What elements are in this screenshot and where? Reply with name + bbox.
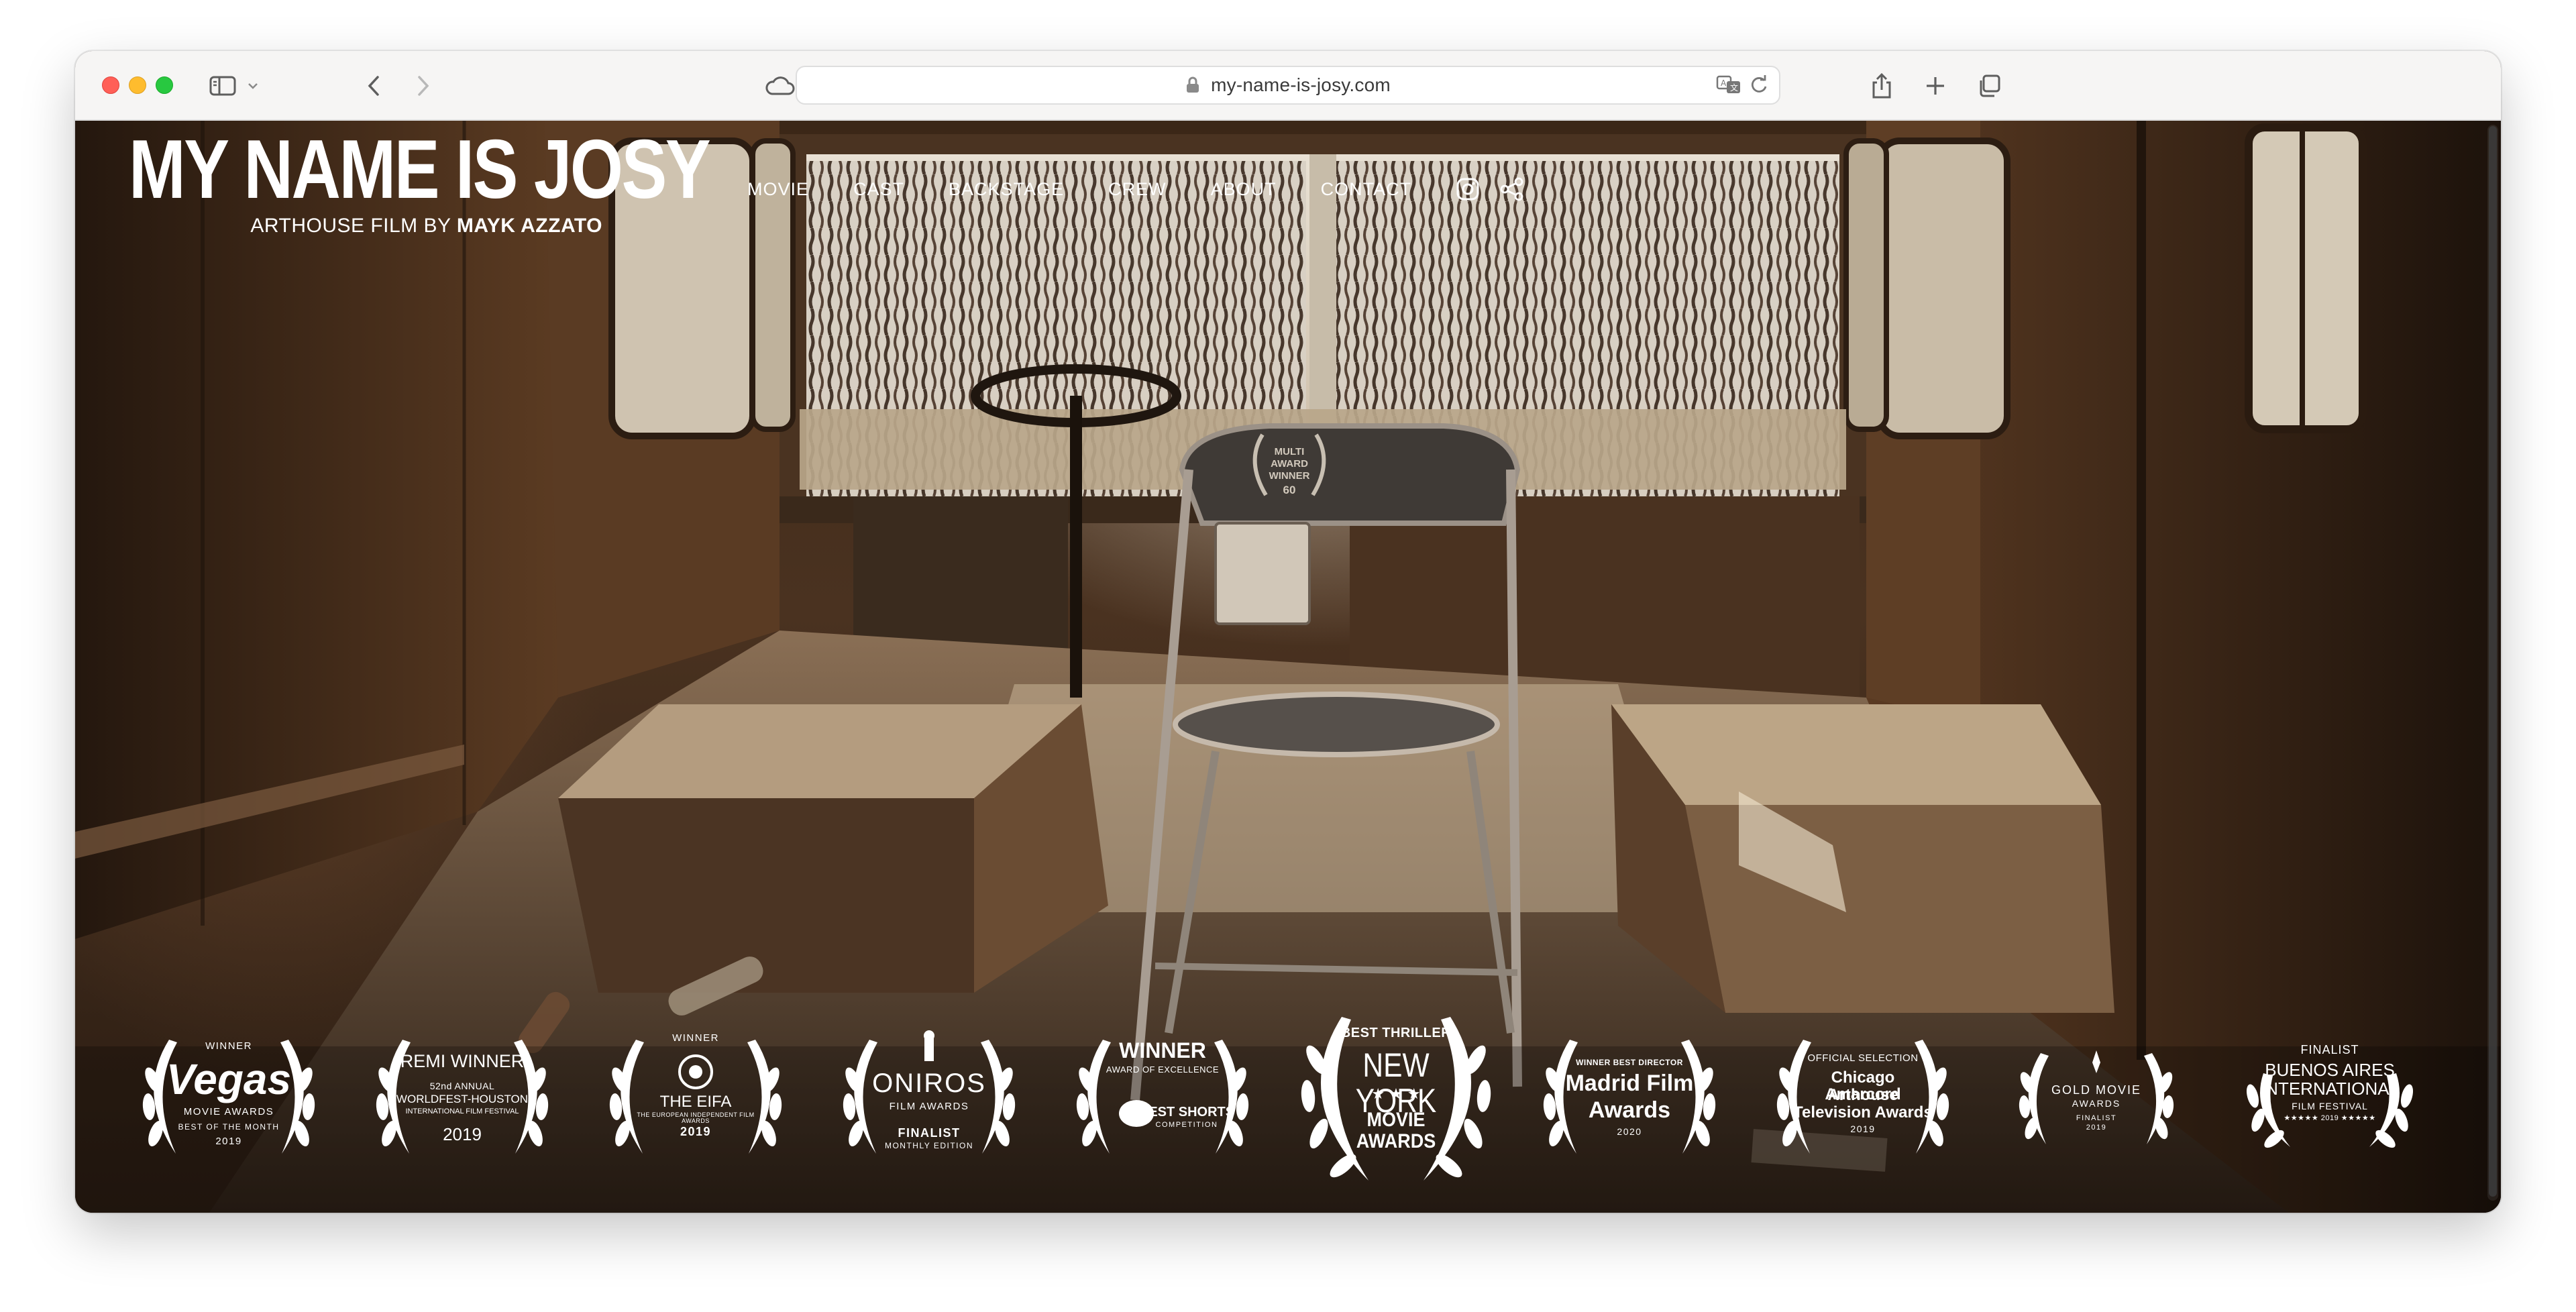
nav-about[interactable]: ABOUT <box>1211 179 1277 200</box>
award-chicago-line2: Arthouse <box>1827 1086 1898 1104</box>
award-oniros[interactable]: ONIROS FILM AWARDS FINALIST MONTHLY EDIT… <box>822 1013 1036 1187</box>
chair-badge-line4: 60 <box>1283 484 1296 496</box>
award-madrid[interactable]: WINNER BEST DIRECTOR Madrid Film Awards … <box>1523 1013 1736 1187</box>
main-nav: MOVIE CAST BACKSTAGE CREW ABOUT CONTACT <box>672 174 1544 204</box>
awards-row: WINNER Vegas MOVIE AWARDS BEST OF THE MO… <box>122 1013 2457 1187</box>
award-buenos-aires-main: BUENOS AIRES <box>2265 1060 2395 1080</box>
award-remi[interactable]: REMI WINNER 52nd ANNUAL WORLDFEST-HOUSTO… <box>356 1013 569 1187</box>
url-text: my-name-is-josy.com <box>1211 74 1391 95</box>
tab-overview-icon[interactable] <box>1971 68 2007 103</box>
site-logo[interactable]: MY NAME IS JOSY ARTHOUSE FILM BY MAYK AZ… <box>129 123 711 237</box>
award-remi-line4: INTERNATIONAL FILM FESTIVAL <box>405 1107 519 1115</box>
share-icon[interactable] <box>1499 177 1525 201</box>
award-vegas-top: WINNER <box>205 1040 252 1052</box>
award-gold-movie[interactable]: GOLD MOVIE AWARDS FINALIST 2019 <box>1990 1013 2203 1187</box>
reload-icon[interactable] <box>1750 74 1768 98</box>
award-new-york[interactable]: ★ ★ ★ BEST THRILLER NEW YORK MOVIE AWARD… <box>1289 1013 1503 1187</box>
award-buenos-aires-line4: ★★★★★ 2019 ★★★★★ <box>2284 1114 2376 1122</box>
nav-backstage[interactable]: BACKSTAGE <box>949 179 1064 200</box>
award-madrid-line3: 2020 <box>1617 1126 1642 1137</box>
award-best-shorts-top: WINNER <box>1119 1038 1206 1062</box>
nav-movie[interactable]: MOVIE <box>747 179 809 200</box>
chair-award-badge: MULTI AWARD WINNER 60 <box>1252 433 1326 496</box>
browser-toolbar: my-name-is-josy.com A文 <box>75 51 2501 121</box>
award-madrid-top: WINNER BEST DIRECTOR <box>1576 1058 1683 1067</box>
award-gold-movie-main: GOLD MOVIE <box>2051 1083 2142 1097</box>
subtitle-director: MAYK AZZATO <box>456 215 602 237</box>
new-tab-icon[interactable] <box>1917 68 1953 103</box>
svg-text:A: A <box>1721 78 1727 88</box>
award-best-shorts-main: BEST SHORTS <box>1138 1105 1235 1119</box>
subtitle-prefix: ARTHOUSE FILM BY <box>250 215 457 237</box>
address-bar[interactable]: my-name-is-josy.com A文 <box>796 66 1780 105</box>
award-vegas-line4: 2019 <box>215 1136 242 1147</box>
award-eifa-main: THE EIFA <box>659 1093 732 1111</box>
award-buenos-aires-line2: INTERNATIONAL <box>2260 1079 2400 1099</box>
chair-badge-line1: MULTI <box>1275 446 1305 457</box>
instagram-icon[interactable] <box>1456 177 1480 201</box>
nav-contact[interactable]: CONTACT <box>1321 179 1412 200</box>
award-new-york-line2: MOVIE AWARDS <box>1356 1109 1436 1152</box>
laurel-icon <box>843 1030 1016 1154</box>
award-chicago[interactable]: OFFICIAL SELECTION Chicago Amarcord Arth… <box>1756 1013 1970 1187</box>
award-vegas[interactable]: WINNER Vegas MOVIE AWARDS BEST OF THE MO… <box>122 1013 335 1187</box>
award-vegas-main: Vegas <box>166 1055 292 1103</box>
award-chicago-line3: Television Awards <box>1793 1103 1933 1122</box>
share-page-icon[interactable] <box>1864 68 1900 103</box>
chair-badge-line2: AWARD <box>1271 458 1308 470</box>
award-gold-movie-line2: AWARDS <box>2072 1098 2121 1109</box>
award-remi-line2: 52nd ANNUAL <box>429 1081 495 1091</box>
nav-crew[interactable]: CREW <box>1108 179 1167 200</box>
award-buenos-aires-top: FINALIST <box>2300 1043 2359 1056</box>
chevron-down-icon[interactable] <box>243 68 263 103</box>
award-buenos-aires-line3: FILM FESTIVAL <box>2292 1101 2368 1111</box>
laurel-icon <box>2246 1073 2414 1148</box>
svg-text:文: 文 <box>1730 83 1738 93</box>
award-best-shorts[interactable]: WINNER AWARD OF EXCELLENCE BEST SHORTS C… <box>1056 1013 1269 1187</box>
lock-icon <box>1185 76 1203 94</box>
scrollbar-thumb[interactable] <box>2489 126 2497 1197</box>
award-oniros-line4: MONTHLY EDITION <box>884 1141 974 1150</box>
award-remi-line3: WORLDFEST-HOUSTON <box>396 1093 529 1105</box>
award-eifa-line3: 2019 <box>680 1125 712 1138</box>
minimize-window-button[interactable] <box>129 76 146 94</box>
translate-icon[interactable]: A文 <box>1716 74 1741 98</box>
award-eifa-top: WINNER <box>672 1032 719 1044</box>
award-best-shorts-line3: COMPETITION <box>1155 1121 1218 1129</box>
award-eifa[interactable]: WINNER THE EIFA THE EUROPEAN INDEPENDENT… <box>589 1013 802 1187</box>
award-remi-line5: 2019 <box>443 1124 482 1144</box>
award-remi-top: REMI WINNER <box>400 1051 525 1071</box>
award-gold-movie-line3: FINALIST <box>2076 1114 2117 1122</box>
site-subtitle: ARTHOUSE FILM BY MAYK AZZATO <box>129 215 602 237</box>
site-title: MY NAME IS JOSY <box>129 123 711 216</box>
award-vegas-line2: MOVIE AWARDS <box>183 1106 274 1117</box>
award-madrid-main: Madrid Film <box>1565 1071 1694 1096</box>
close-window-button[interactable] <box>102 76 119 94</box>
page-scrollbar[interactable] <box>2487 125 2498 1201</box>
award-eifa-line2: THE EUROPEAN INDEPENDENT FILM AWARDS <box>637 1111 755 1125</box>
award-chicago-line4: 2019 <box>1850 1124 1876 1134</box>
award-vegas-line3: BEST OF THE MONTH <box>178 1122 280 1132</box>
zoom-window-button[interactable] <box>156 76 173 94</box>
nav-cast[interactable]: CAST <box>853 179 904 200</box>
browser-window: my-name-is-josy.com A文 MULTI AWARD WINNE… <box>75 51 2501 1213</box>
hero-section: MULTI AWARD WINNER 60 MY NAME IS JOSY AR… <box>75 121 2501 1213</box>
award-buenos-aires[interactable]: FINALIST BUENOS AIRES INTERNATIONAL FILM… <box>2223 1013 2436 1187</box>
chair-badge-line3: WINNER <box>1269 470 1310 482</box>
award-oniros-main: ONIROS <box>872 1069 986 1098</box>
award-new-york-main: NEW YORK <box>1355 1046 1437 1119</box>
award-oniros-line3: FINALIST <box>898 1126 961 1140</box>
sidebar-toggle-icon[interactable] <box>203 68 243 103</box>
back-icon[interactable] <box>357 68 390 103</box>
award-oniros-line2: FILM AWARDS <box>889 1101 969 1112</box>
icloud-icon[interactable] <box>759 68 800 103</box>
award-gold-movie-line4: 2019 <box>2086 1124 2107 1132</box>
award-madrid-line2: Awards <box>1588 1097 1671 1123</box>
award-new-york-top: BEST THRILLER <box>1340 1026 1452 1040</box>
forward-icon[interactable] <box>407 68 440 103</box>
award-chicago-top: OFFICIAL SELECTION <box>1807 1052 1919 1064</box>
award-best-shorts-line2: AWARD OF EXCELLENCE <box>1106 1064 1220 1075</box>
